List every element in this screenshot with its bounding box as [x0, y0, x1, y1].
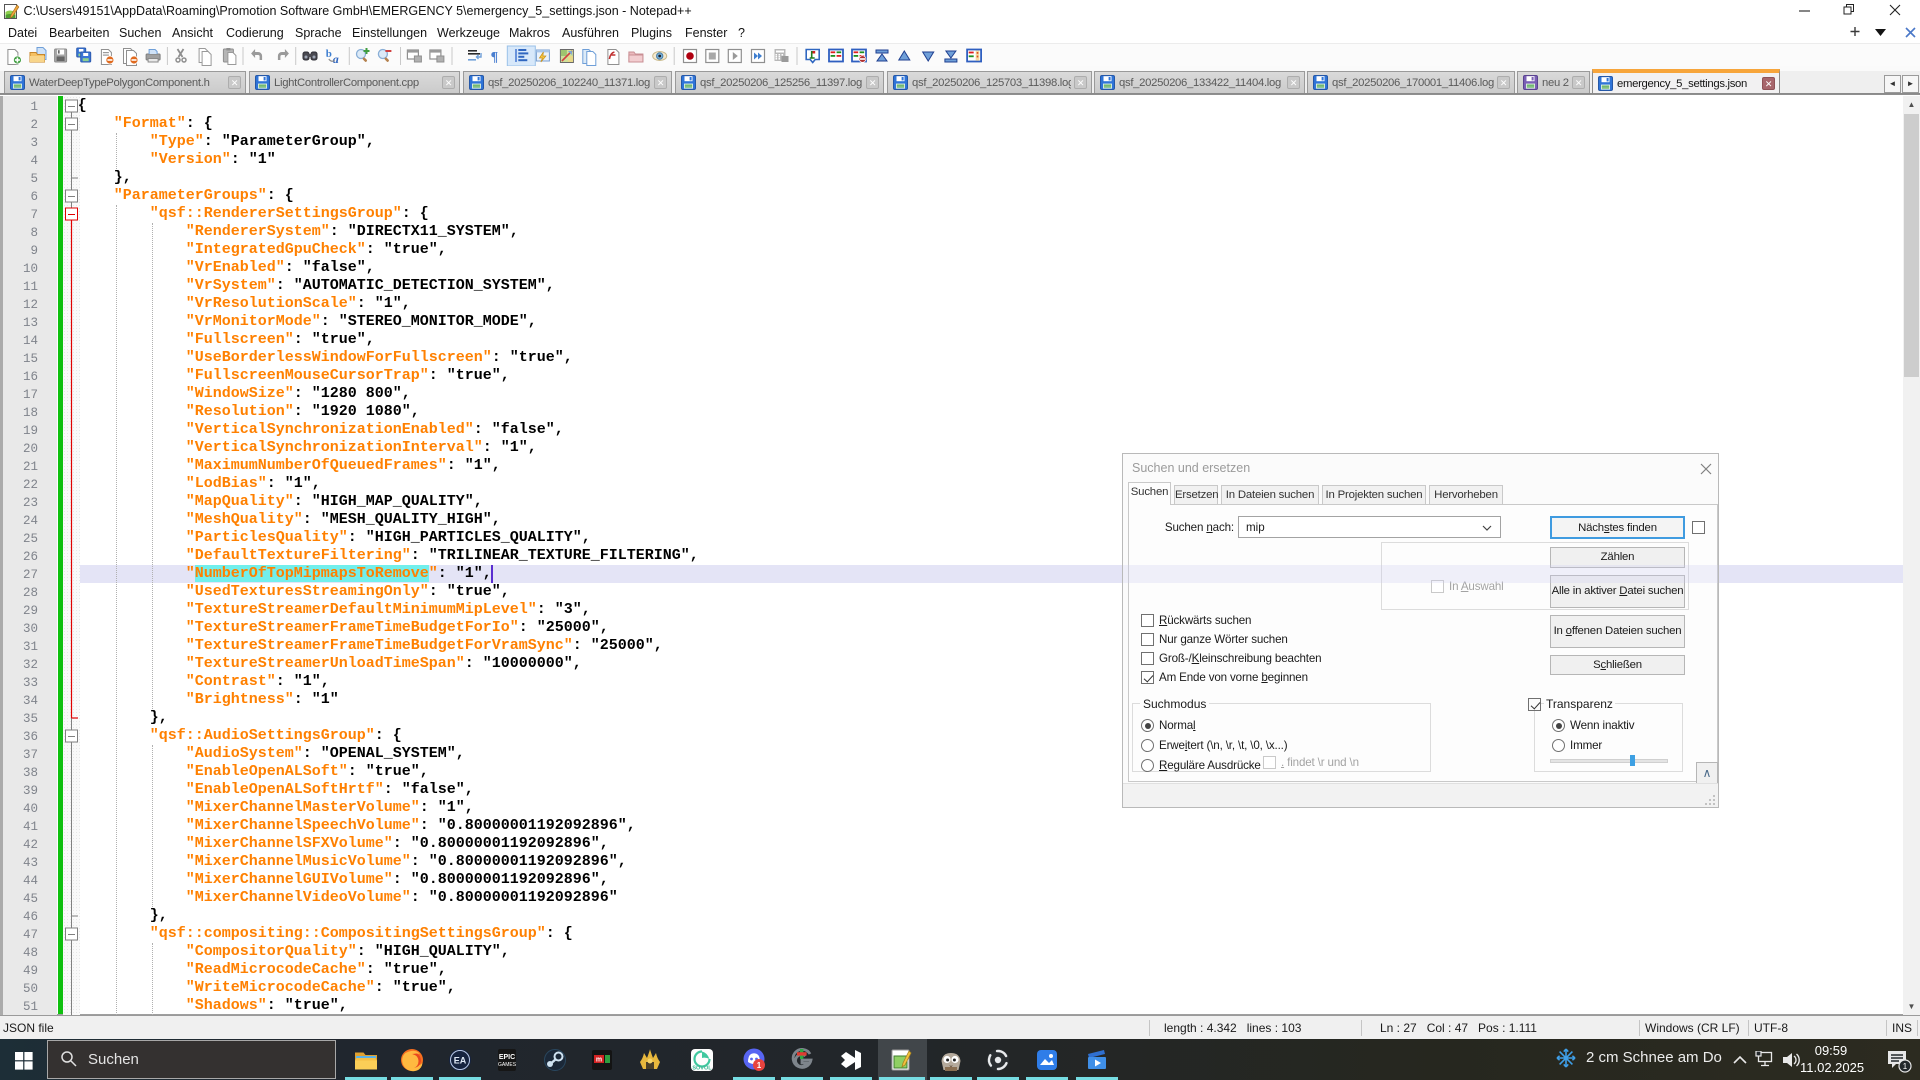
svg-text:1: 1 — [757, 1061, 762, 1070]
svg-text:1: 1 — [1903, 1062, 1908, 1071]
svg-text:a: a — [333, 52, 339, 66]
svg-text:EA: EA — [454, 1056, 467, 1066]
svg-text:b: b — [326, 48, 332, 60]
svg-text:GAMES: GAMES — [498, 1062, 517, 1068]
svg-text:¶: ¶ — [491, 50, 499, 65]
svg-text:SOVOL: SOVOL — [692, 1066, 712, 1072]
svg-text:EPIC: EPIC — [499, 1054, 515, 1061]
svg-text:m: m — [596, 1057, 602, 1064]
